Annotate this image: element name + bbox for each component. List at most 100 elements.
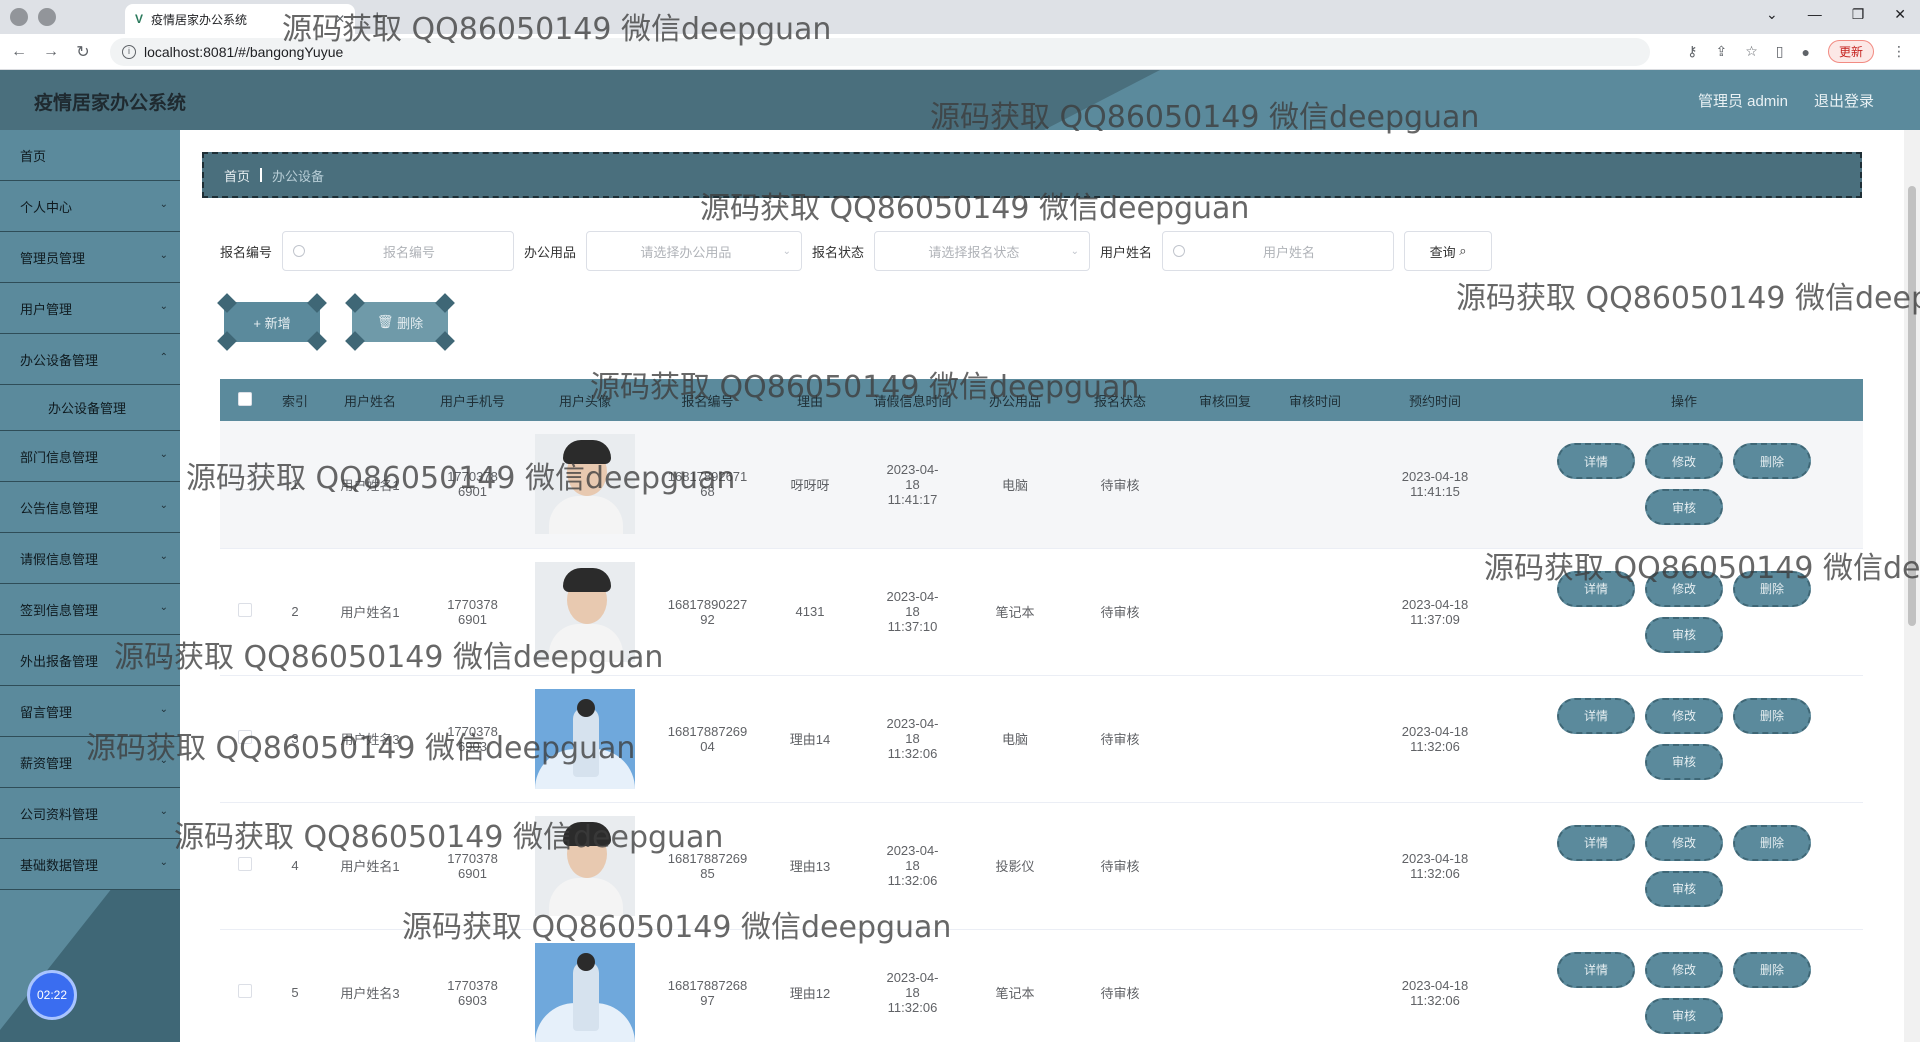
code-search-input[interactable]: 报名编号 [282,231,515,271]
detail-button[interactable]: 详情 [1557,443,1635,480]
row-checkbox[interactable] [220,929,270,1042]
back-icon[interactable]: ← [6,43,32,61]
placeholder: 报名编号 [383,244,436,260]
cell-reserve: 2023-04-18 11:41:15 [1365,421,1505,549]
cell-status: 待审核 [1055,802,1185,930]
breadcrumb-home[interactable]: 首页 [224,166,250,185]
minimize-icon[interactable]: — [1808,6,1822,23]
key-icon[interactable]: ⚷ [1687,43,1697,60]
bookmark-star-icon[interactable]: ☆ [1745,43,1758,60]
sidebar-item-office-equipment[interactable]: 办公设备管理 ⌃ [0,334,180,385]
cell-avatar [525,929,645,1042]
sidebar-item-salary[interactable]: 薪资管理 ⌄ [0,737,180,788]
sidebar-item-label: 留言管理 [20,704,73,720]
detail-button[interactable]: 详情 [1557,951,1635,988]
field-label-code: 报名编号 [220,244,273,260]
delete-button[interactable]: 删除 [1733,824,1811,861]
sidebar-item-personal-center[interactable]: 个人中心 ⌄ [0,181,180,232]
row-checkbox[interactable] [220,802,270,930]
cell-reason: 理由13 [770,802,850,930]
cell-reason: 4131 [770,548,850,676]
reload-icon[interactable]: ↻ [70,42,96,62]
tab-close-icon[interactable]: ✕ [335,12,345,26]
close-window-icon[interactable]: ✕ [1894,6,1906,23]
more-menu-icon[interactable]: ⋮ [1892,43,1906,60]
sidebar-item-announcement[interactable]: 公告信息管理 ⌄ [0,482,180,533]
audit-button[interactable]: 审核 [1645,616,1723,653]
sidebar-item-department[interactable]: 部门信息管理 ⌄ [0,431,180,482]
query-button[interactable]: 查询 ⌕ [1404,231,1493,271]
audit-button[interactable]: 审核 [1645,870,1723,907]
sidebar-item-messages[interactable]: 留言管理 ⌄ [0,686,180,737]
cell-code: 1681788726985 [645,802,770,930]
cell-name: 用户姓名3 [320,929,420,1042]
new-tab-icon[interactable]: + [372,7,383,28]
sidebar-item-label: 公告信息管理 [20,500,99,516]
browser-menu-icon[interactable] [10,8,28,26]
url-field[interactable]: i localhost:8081/#/bangongYuyue [110,37,1650,66]
audit-button[interactable]: 审核 [1645,743,1723,780]
forward-icon[interactable]: → [38,43,64,61]
item-select[interactable]: 请选择办公用品 ⌄ [586,231,803,271]
cell-name: 用户姓名1 [320,548,420,676]
app-title: 疫情居家办公系统 [34,93,187,114]
row-checkbox[interactable] [220,675,270,803]
cell-phone: 17703786903 [420,675,525,803]
delete-button[interactable]: 删除 [1733,443,1811,480]
breadcrumb: 首页 办公设备 [202,152,1862,198]
page-scrollbar[interactable] [1904,130,1920,1042]
row-checkbox[interactable] [220,421,270,549]
cell-item: 电脑 [975,421,1055,549]
placeholder: 请选择报名状态 [928,244,1020,260]
sidebar-item-checkin[interactable]: 签到信息管理 ⌄ [0,584,180,635]
sidebar-item-company-docs[interactable]: 公司资料管理 ⌄ [0,788,180,839]
sidebar-item-outing[interactable]: 外出报备管理 ⌄ [0,635,180,686]
sidebar-item-users[interactable]: 用户管理 ⌄ [0,283,180,334]
share-icon[interactable]: ⇪ [1716,43,1728,60]
batch-delete-button[interactable]: 🗑 删除 [345,302,455,351]
delete-button[interactable]: 删除 [1733,697,1811,734]
site-info-icon[interactable]: i [122,44,136,59]
profile-icon[interactable]: ● [1802,44,1810,60]
row-checkbox[interactable] [220,548,270,676]
col-header: 审核回复 [1185,379,1265,421]
username-search-input[interactable]: 用户姓名 [1162,231,1395,271]
detail-button[interactable]: 详情 [1557,697,1635,734]
browser-tab[interactable]: V 疫情居家办公系统 ✕ [125,4,355,34]
edit-button[interactable]: 修改 [1645,824,1723,861]
sidebar-item-leave[interactable]: 请假信息管理 ⌄ [0,533,180,584]
status-select[interactable]: 请选择报名状态 ⌄ [874,231,1091,271]
maximize-icon[interactable]: ❐ [1852,6,1865,23]
select-all-checkbox[interactable] [220,379,270,421]
detail-button[interactable]: 详情 [1557,570,1635,607]
delete-button[interactable]: 删除 [1733,951,1811,988]
sidebar-subitem-office-equipment[interactable]: 办公设备管理 [0,385,180,431]
cell-time: 2023-04-18 11:32:06 [850,675,975,803]
logout-link[interactable]: 退出登录 [1814,90,1874,111]
edit-button[interactable]: 修改 [1645,570,1723,607]
delete-label: 删除 [397,315,424,331]
add-button[interactable]: + 新增 [217,302,327,351]
audit-button[interactable]: 审核 [1645,489,1723,526]
update-button[interactable]: 更新 [1827,40,1874,63]
col-header: 索引 [270,379,320,421]
col-header: 操作 [1505,379,1863,421]
audit-button[interactable]: 审核 [1645,997,1723,1034]
cell-phone: 17703786901 [420,802,525,930]
tab-search-icon[interactable]: ⌄ [1766,6,1778,23]
edit-button[interactable]: 修改 [1645,443,1723,480]
sidebar-item-admin[interactable]: 管理员管理 ⌄ [0,232,180,283]
sidebar-item-home[interactable]: 首页 [0,130,180,181]
edit-button[interactable]: 修改 [1645,951,1723,988]
sidebar-item-base-data[interactable]: 基础数据管理 ⌄ [0,839,180,890]
cell-avatar [525,675,645,803]
tab-icon[interactable] [38,8,56,26]
delete-button[interactable]: 删除 [1733,570,1811,607]
edit-button[interactable]: 修改 [1645,697,1723,734]
url-text: localhost:8081/#/bangongYuyue [144,43,344,60]
sidepanel-icon[interactable]: ▯ [1776,43,1784,60]
sidebar-item-label: 办公设备管理 [20,352,99,368]
op-label: 审核 [1671,500,1696,515]
detail-button[interactable]: 详情 [1557,824,1635,861]
search-icon [1173,245,1186,257]
